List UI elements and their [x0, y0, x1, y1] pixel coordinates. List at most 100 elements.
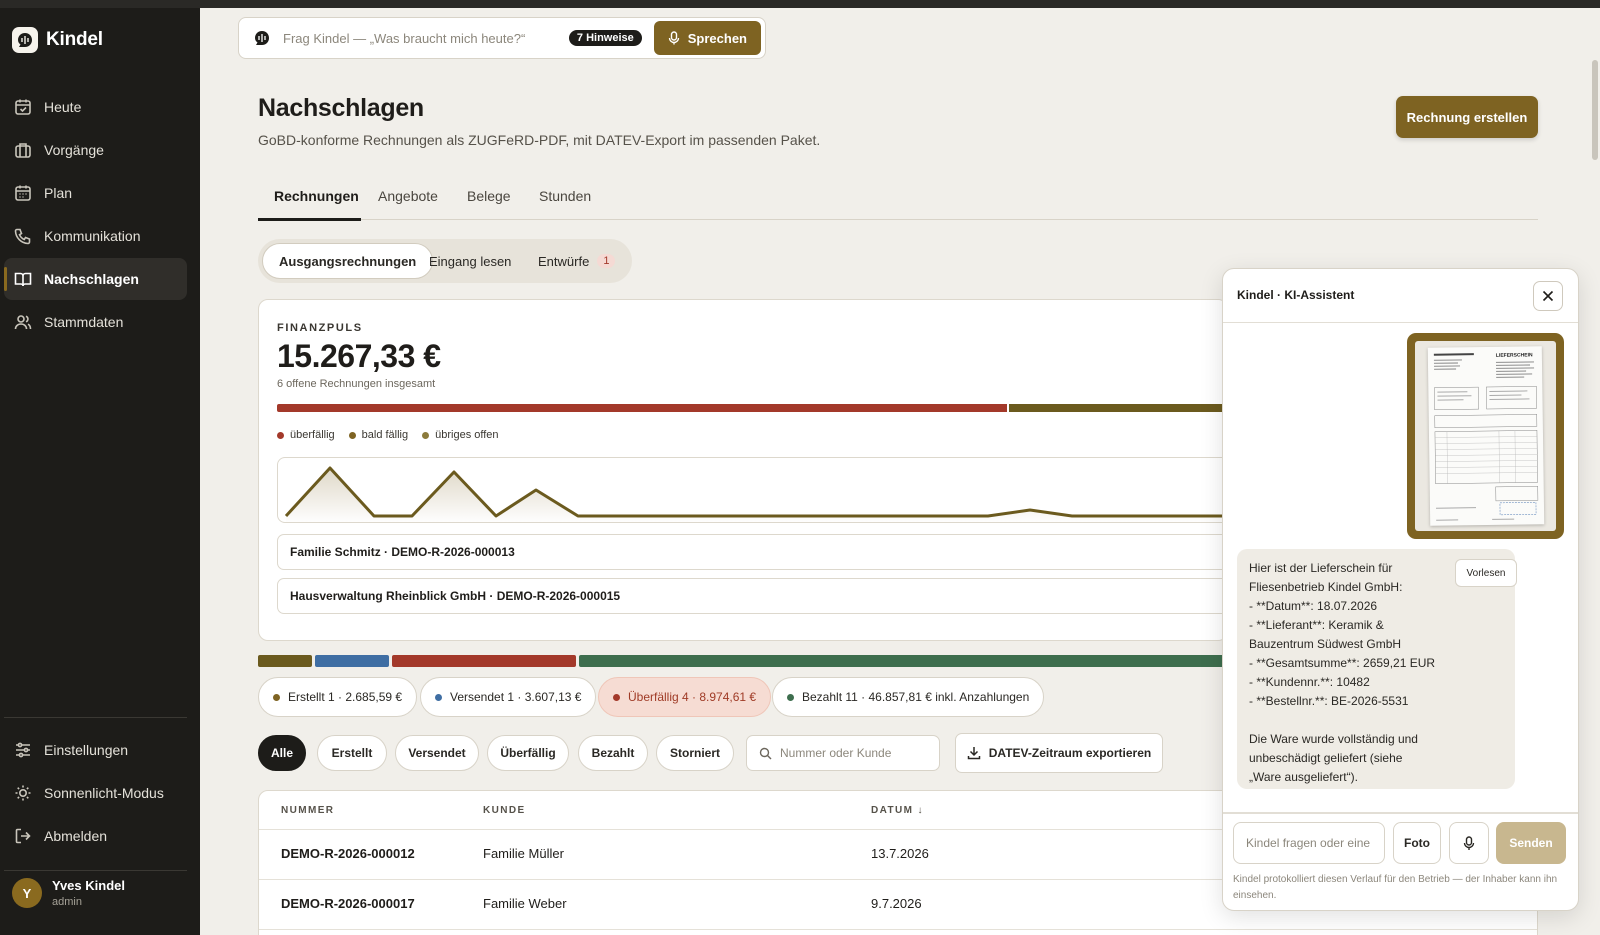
message-line: unbeschädigt geliefert (siehe — [1249, 751, 1403, 765]
open-invoice-row[interactable]: Familie Schmitz · DEMO-R-2026-000013 — [277, 534, 1227, 570]
message-line: - **Lieferant**: Keramik & — [1249, 618, 1384, 632]
calendar-check-icon — [15, 99, 31, 115]
invoice-search-input[interactable]: Nummer oder Kunde — [746, 735, 940, 771]
sidebar-item-kommunikation[interactable]: Kommunikation — [4, 215, 187, 257]
status-bar-sent — [315, 655, 389, 667]
user-name: Yves Kindel — [52, 878, 125, 893]
chip-label: Bezahlt 11 · 46.857,81 € inkl. Anzahlung… — [802, 690, 1030, 704]
close-button[interactable] — [1533, 281, 1563, 311]
phone-icon — [14, 228, 31, 245]
column-header-kunde[interactable]: KUNDE — [483, 805, 526, 816]
cell-kunde: Familie Weber — [483, 896, 567, 911]
datev-export-button[interactable]: DATEV-Zeitraum exportieren — [955, 733, 1163, 773]
message-line: Die Ware wurde vollständig und — [1249, 732, 1418, 746]
status-chip-ueberfaellig[interactable]: Überfällig 4 · 8.974,61 € — [598, 677, 772, 717]
segment-label: Entwürfe — [538, 253, 590, 269]
tab-angebote[interactable]: Angebote — [378, 188, 438, 204]
read-aloud-button[interactable]: Vorlesen — [1455, 559, 1517, 587]
tab-stunden[interactable]: Stunden — [539, 188, 591, 204]
sidebar-item-label: Abmelden — [44, 828, 108, 844]
open-amount-bar — [277, 404, 1227, 412]
finance-amount: 15.267,33 € — [277, 338, 441, 374]
table-row[interactable] — [259, 929, 1537, 935]
sidebar-item-einstellungen[interactable]: Einstellungen — [4, 729, 187, 771]
segment-eingang-lesen[interactable]: Eingang lesen — [413, 243, 527, 279]
message-line: Bauzentrum Südwest GmbH — [1249, 637, 1402, 651]
tab-belege[interactable]: Belege — [467, 188, 511, 204]
chip-label: Erstellt 1 · 2.685,59 € — [288, 690, 403, 704]
status-chip-versendet[interactable]: Versendet 1 · 3.607,13 € — [420, 677, 597, 717]
cell-nummer: DEMO-R-2026-000012 — [281, 846, 415, 861]
calendar-icon — [15, 185, 31, 201]
sidebar-item-label: Kommunikation — [44, 228, 141, 244]
assistant-input[interactable]: Kindel fragen oder eine — [1233, 822, 1385, 864]
user-profile[interactable]: Y Yves Kindel admin — [12, 878, 125, 908]
active-tab-indicator — [258, 218, 361, 221]
user-role: admin — [52, 896, 82, 908]
sidebar-item-abmelden[interactable]: Abmelden — [4, 815, 187, 857]
hints-badge[interactable]: 7 Hinweise — [568, 30, 642, 46]
sidebar-item-plan[interactable]: Plan — [4, 172, 187, 214]
filter-bezahlt[interactable]: Bezahlt — [578, 735, 648, 771]
sidebar-item-vorgaenge[interactable]: Vorgänge — [4, 129, 187, 171]
message-line: „Ware ausgeliefert“). — [1249, 770, 1358, 784]
speak-label: Sprechen — [687, 30, 747, 46]
status-chip-bezahlt[interactable]: Bezahlt 11 · 46.857,81 € inkl. Anzahlung… — [772, 677, 1045, 717]
delivery-note-image[interactable]: LIEFERSCHEIN — [1407, 333, 1564, 539]
invoice-segment-control: Ausgangsrechnungen Eingang lesen Entwürf… — [258, 239, 632, 283]
send-button[interactable]: Senden — [1496, 822, 1566, 864]
status-bar-overdue — [392, 655, 576, 667]
legend-item-other-open: übriges offen — [422, 429, 499, 441]
window-top-bar — [0, 0, 1600, 8]
sidebar-item-heute[interactable]: Heute — [4, 86, 187, 128]
ask-kindel-bar[interactable]: Frag Kindel — „Was braucht mich heute?“ … — [238, 17, 766, 59]
sidebar-item-label: Heute — [44, 99, 82, 115]
logo[interactable]: Kindel — [12, 27, 103, 53]
legend-item-due-soon: bald fällig — [348, 429, 408, 441]
page-subtitle: GoBD-konforme Rechnungen als ZUGFeRD-PDF… — [258, 132, 821, 148]
status-dot — [787, 693, 794, 701]
search-placeholder: Nummer oder Kunde — [780, 746, 892, 760]
status-dot — [613, 693, 620, 701]
finance-label: FINANZPULS — [277, 322, 363, 334]
open-invoice-row[interactable]: Hausverwaltung Rheinblick GmbH · DEMO-R-… — [277, 578, 1227, 614]
filter-ueberfaellig[interactable]: Überfällig — [487, 735, 569, 771]
page-title: Nachschlagen — [258, 94, 424, 122]
column-header-datum[interactable]: DATUM ↓ — [871, 805, 924, 816]
segment-entwuerfe[interactable]: Entwürfe 1 — [522, 243, 631, 279]
microphone-button[interactable] — [1449, 822, 1489, 864]
speak-button[interactable]: Sprechen — [653, 21, 761, 55]
page-scrollbar[interactable] — [1592, 60, 1598, 160]
filter-storniert[interactable]: Storniert — [656, 735, 734, 771]
status-chip-erstellt[interactable]: Erstellt 1 · 2.685,59 € — [258, 677, 418, 717]
sidebar-item-sonnenlicht-modus[interactable]: Sonnenlicht-Modus — [4, 772, 187, 814]
sidebar: Kindel Heute Vorgänge Plan Kommunikation… — [0, 8, 200, 935]
tab-bar: Rechnungen Angebote Belege Stunden — [258, 178, 1538, 221]
microphone-icon — [1463, 835, 1475, 850]
filter-versendet[interactable]: Versendet — [395, 735, 479, 771]
assistant-message: Vorlesen Hier ist der Lieferschein für F… — [1237, 549, 1517, 789]
sidebar-item-nachschlagen[interactable]: Nachschlagen — [4, 258, 187, 300]
kindel-logo-icon — [12, 27, 38, 53]
message-line — [1249, 711, 1503, 730]
sidebar-item-stammdaten[interactable]: Stammdaten — [4, 301, 187, 343]
book-icon — [14, 272, 32, 287]
sidebar-item-label: Plan — [44, 185, 73, 201]
chat-bubble-icon — [255, 31, 269, 45]
filter-erstellt[interactable]: Erstellt — [317, 735, 387, 771]
cell-nummer: DEMO-R-2026-000017 — [281, 896, 415, 911]
filter-alle[interactable]: Alle — [258, 735, 306, 771]
message-line: - **Datum**: 18.07.2026 — [1249, 599, 1378, 613]
segment-ausgangsrechnungen[interactable]: Ausgangsrechnungen — [262, 243, 434, 279]
tab-rechnungen[interactable]: Rechnungen — [274, 188, 359, 204]
document-preview: LIEFERSCHEIN — [1427, 346, 1545, 526]
create-invoice-button[interactable]: Rechnung erstellen — [1396, 96, 1538, 138]
photo-button[interactable]: Foto — [1393, 822, 1441, 864]
sidebar-divider — [4, 717, 187, 718]
finance-subtitle: 6 offene Rechnungen insgesamt — [277, 378, 436, 390]
column-header-nummer[interactable]: NUMMER — [281, 805, 334, 816]
ask-input[interactable]: Frag Kindel — „Was braucht mich heute?“ — [283, 31, 569, 46]
close-icon — [1542, 290, 1554, 302]
sidebar-item-label: Stammdaten — [44, 314, 124, 330]
finance-pulse-card: FINANZPULS 15.267,33 € 6 offene Rechnung… — [258, 299, 1228, 641]
